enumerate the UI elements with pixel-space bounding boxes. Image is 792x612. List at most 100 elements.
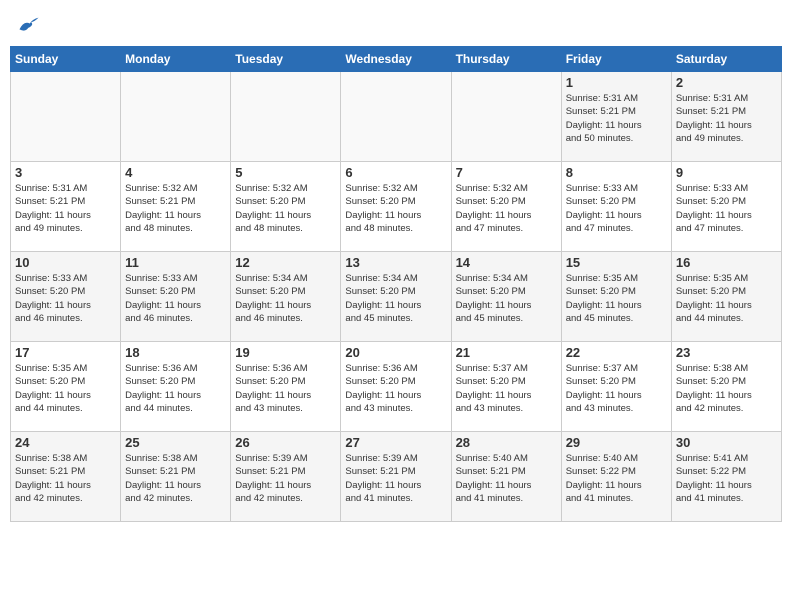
day-number: 2	[676, 75, 777, 90]
calendar-cell	[341, 72, 451, 162]
day-number: 4	[125, 165, 226, 180]
calendar-table: SundayMondayTuesdayWednesdayThursdayFrid…	[10, 46, 782, 522]
calendar-cell: 1 Sunrise: 5:31 AM Sunset: 5:21 PM Daylig…	[561, 72, 671, 162]
weekday-row: SundayMondayTuesdayWednesdayThursdayFrid…	[11, 47, 782, 72]
weekday-header-friday: Friday	[561, 47, 671, 72]
calendar-cell: 12Sunrise: 5:34 AM Sunset: 5:20 PM Dayli…	[231, 252, 341, 342]
cell-info: Sunrise: 5:31 AM Sunset: 5:21 PM Dayligh…	[566, 92, 667, 145]
calendar-cell: 28 Sunrise: 5:40 AM Sunset: 5:21 PM Dayli…	[451, 432, 561, 522]
cell-info: Sunrise: 5:36 AM Sunset: 5:20 PM Dayligh…	[125, 362, 226, 415]
logo-bird-icon	[18, 16, 40, 34]
cell-info: Sunrise: 5:37 AM Sunset: 5:20 PM Dayligh…	[566, 362, 667, 415]
cell-info: Sunrise: 5:36 AM Sunset: 5:20 PM Dayligh…	[345, 362, 446, 415]
calendar-cell: 16 Sunrise: 5:35 AM Sunset: 5:20 PM Dayli…	[671, 252, 781, 342]
weekday-header-thursday: Thursday	[451, 47, 561, 72]
cell-info: Sunrise: 5:31 AM Sunset: 5:21 PM Dayligh…	[676, 92, 777, 145]
day-number: 16	[676, 255, 777, 270]
calendar-cell: 17Sunrise: 5:35 AM Sunset: 5:20 PM Dayli…	[11, 342, 121, 432]
calendar-header: SundayMondayTuesdayWednesdayThursdayFrid…	[11, 47, 782, 72]
calendar-cell: 5 Sunrise: 5:32 AM Sunset: 5:20 PM Daylig…	[231, 162, 341, 252]
cell-info: Sunrise: 5:35 AM Sunset: 5:20 PM Dayligh…	[566, 272, 667, 325]
day-number: 22	[566, 345, 667, 360]
weekday-header-sunday: Sunday	[11, 47, 121, 72]
calendar-week-row: 24 Sunrise: 5:38 AM Sunset: 5:21 PM Dayli…	[11, 432, 782, 522]
cell-info: Sunrise: 5:33 AM Sunset: 5:20 PM Dayligh…	[125, 272, 226, 325]
day-number: 11	[125, 255, 226, 270]
calendar-cell: 29 Sunrise: 5:40 AM Sunset: 5:22 PM Dayli…	[561, 432, 671, 522]
day-number: 25	[125, 435, 226, 450]
cell-info: Sunrise: 5:32 AM Sunset: 5:20 PM Dayligh…	[235, 182, 336, 235]
calendar-body: 1 Sunrise: 5:31 AM Sunset: 5:21 PM Daylig…	[11, 72, 782, 522]
cell-info: Sunrise: 5:36 AM Sunset: 5:20 PM Dayligh…	[235, 362, 336, 415]
cell-info: Sunrise: 5:32 AM Sunset: 5:20 PM Dayligh…	[456, 182, 557, 235]
weekday-header-saturday: Saturday	[671, 47, 781, 72]
day-number: 3	[15, 165, 116, 180]
calendar-cell	[231, 72, 341, 162]
calendar-cell: 6Sunrise: 5:32 AM Sunset: 5:20 PM Daylig…	[341, 162, 451, 252]
cell-info: Sunrise: 5:38 AM Sunset: 5:21 PM Dayligh…	[15, 452, 116, 505]
cell-info: Sunrise: 5:33 AM Sunset: 5:20 PM Dayligh…	[566, 182, 667, 235]
cell-info: Sunrise: 5:33 AM Sunset: 5:20 PM Dayligh…	[676, 182, 777, 235]
calendar-cell: 25 Sunrise: 5:38 AM Sunset: 5:21 PM Dayli…	[121, 432, 231, 522]
day-number: 24	[15, 435, 116, 450]
calendar-cell: 8 Sunrise: 5:33 AM Sunset: 5:20 PM Daylig…	[561, 162, 671, 252]
logo	[10, 10, 46, 40]
day-number: 5	[235, 165, 336, 180]
calendar-cell: 30 Sunrise: 5:41 AM Sunset: 5:22 PM Dayli…	[671, 432, 781, 522]
cell-info: Sunrise: 5:34 AM Sunset: 5:20 PM Dayligh…	[345, 272, 446, 325]
day-number: 27	[345, 435, 446, 450]
cell-info: Sunrise: 5:34 AM Sunset: 5:20 PM Dayligh…	[456, 272, 557, 325]
cell-info: Sunrise: 5:35 AM Sunset: 5:20 PM Dayligh…	[676, 272, 777, 325]
cell-info: Sunrise: 5:31 AM Sunset: 5:21 PM Dayligh…	[15, 182, 116, 235]
cell-info: Sunrise: 5:40 AM Sunset: 5:21 PM Dayligh…	[456, 452, 557, 505]
cell-info: Sunrise: 5:39 AM Sunset: 5:21 PM Dayligh…	[235, 452, 336, 505]
calendar-cell: 3 Sunrise: 5:31 AM Sunset: 5:21 PM Daylig…	[11, 162, 121, 252]
day-number: 1	[566, 75, 667, 90]
calendar-cell: 14 Sunrise: 5:34 AM Sunset: 5:20 PM Dayli…	[451, 252, 561, 342]
day-number: 21	[456, 345, 557, 360]
calendar-cell	[451, 72, 561, 162]
calendar-week-row: 3 Sunrise: 5:31 AM Sunset: 5:21 PM Daylig…	[11, 162, 782, 252]
weekday-header-monday: Monday	[121, 47, 231, 72]
cell-info: Sunrise: 5:33 AM Sunset: 5:20 PM Dayligh…	[15, 272, 116, 325]
calendar-week-row: 10Sunrise: 5:33 AM Sunset: 5:20 PM Dayli…	[11, 252, 782, 342]
calendar-cell: 22 Sunrise: 5:37 AM Sunset: 5:20 PM Dayli…	[561, 342, 671, 432]
day-number: 18	[125, 345, 226, 360]
calendar-cell: 9Sunrise: 5:33 AM Sunset: 5:20 PM Daylig…	[671, 162, 781, 252]
cell-info: Sunrise: 5:39 AM Sunset: 5:21 PM Dayligh…	[345, 452, 446, 505]
calendar-cell: 2 Sunrise: 5:31 AM Sunset: 5:21 PM Daylig…	[671, 72, 781, 162]
calendar-cell: 18 Sunrise: 5:36 AM Sunset: 5:20 PM Dayli…	[121, 342, 231, 432]
cell-info: Sunrise: 5:32 AM Sunset: 5:21 PM Dayligh…	[125, 182, 226, 235]
cell-info: Sunrise: 5:38 AM Sunset: 5:21 PM Dayligh…	[125, 452, 226, 505]
day-number: 29	[566, 435, 667, 450]
day-number: 28	[456, 435, 557, 450]
calendar-cell: 10Sunrise: 5:33 AM Sunset: 5:20 PM Dayli…	[11, 252, 121, 342]
calendar-cell: 26Sunrise: 5:39 AM Sunset: 5:21 PM Dayli…	[231, 432, 341, 522]
day-number: 8	[566, 165, 667, 180]
day-number: 12	[235, 255, 336, 270]
calendar-cell: 20 Sunrise: 5:36 AM Sunset: 5:20 PM Dayli…	[341, 342, 451, 432]
day-number: 13	[345, 255, 446, 270]
calendar-cell	[121, 72, 231, 162]
cell-info: Sunrise: 5:38 AM Sunset: 5:20 PM Dayligh…	[676, 362, 777, 415]
day-number: 20	[345, 345, 446, 360]
calendar-week-row: 17Sunrise: 5:35 AM Sunset: 5:20 PM Dayli…	[11, 342, 782, 432]
cell-info: Sunrise: 5:37 AM Sunset: 5:20 PM Dayligh…	[456, 362, 557, 415]
cell-info: Sunrise: 5:35 AM Sunset: 5:20 PM Dayligh…	[15, 362, 116, 415]
calendar-cell: 27 Sunrise: 5:39 AM Sunset: 5:21 PM Dayli…	[341, 432, 451, 522]
calendar-cell: 23Sunrise: 5:38 AM Sunset: 5:20 PM Dayli…	[671, 342, 781, 432]
cell-info: Sunrise: 5:32 AM Sunset: 5:20 PM Dayligh…	[345, 182, 446, 235]
day-number: 7	[456, 165, 557, 180]
calendar-cell: 11 Sunrise: 5:33 AM Sunset: 5:20 PM Dayli…	[121, 252, 231, 342]
cell-info: Sunrise: 5:40 AM Sunset: 5:22 PM Dayligh…	[566, 452, 667, 505]
day-number: 30	[676, 435, 777, 450]
day-number: 15	[566, 255, 667, 270]
day-number: 19	[235, 345, 336, 360]
day-number: 14	[456, 255, 557, 270]
cell-info: Sunrise: 5:41 AM Sunset: 5:22 PM Dayligh…	[676, 452, 777, 505]
calendar-cell: 24 Sunrise: 5:38 AM Sunset: 5:21 PM Dayli…	[11, 432, 121, 522]
calendar-cell: 21 Sunrise: 5:37 AM Sunset: 5:20 PM Dayli…	[451, 342, 561, 432]
weekday-header-tuesday: Tuesday	[231, 47, 341, 72]
page-header	[10, 10, 782, 40]
calendar-cell: 7 Sunrise: 5:32 AM Sunset: 5:20 PM Daylig…	[451, 162, 561, 252]
